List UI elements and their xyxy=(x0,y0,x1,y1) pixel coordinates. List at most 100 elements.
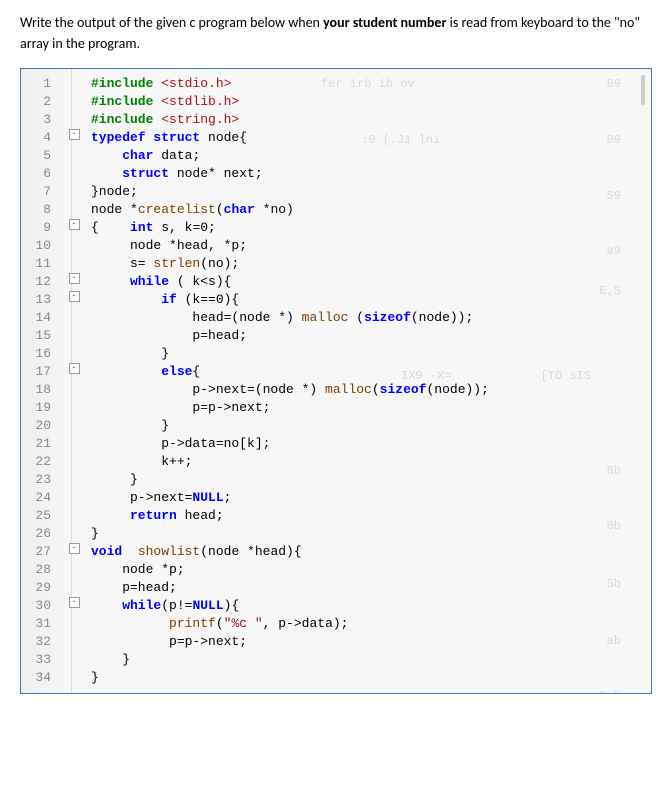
line-number: 31 xyxy=(21,615,61,633)
fold-gutter[interactable]: - xyxy=(61,363,87,374)
line-number: 29 xyxy=(21,579,61,597)
code-line: 23 } xyxy=(21,471,651,489)
code-token xyxy=(91,148,122,163)
code-content: node *head, *p; xyxy=(87,237,651,255)
code-content: p=head; xyxy=(87,579,651,597)
fold-toggle-icon[interactable]: - xyxy=(69,291,80,302)
code-token: k++; xyxy=(91,454,192,469)
code-content: typedef struct node{ xyxy=(87,129,651,147)
code-token: p=head; xyxy=(91,580,177,595)
code-token: malloc xyxy=(302,310,349,325)
code-line: 2#include <stdlib.h> xyxy=(21,93,651,111)
code-token: p->data=no[k]; xyxy=(91,436,270,451)
code-content: struct node* next; xyxy=(87,165,651,183)
fold-toggle-icon[interactable]: - xyxy=(69,273,80,284)
code-token: } xyxy=(91,652,130,667)
code-content: p->data=no[k]; xyxy=(87,435,651,453)
code-token: p->next= xyxy=(91,490,192,505)
code-token: *no) xyxy=(263,202,294,217)
code-line: 11 s= strlen(no); xyxy=(21,255,651,273)
code-token: node *head, *p; xyxy=(91,238,247,253)
code-line: 26} xyxy=(21,525,651,543)
line-number: 14 xyxy=(21,309,61,327)
code-content: #include <string.h> xyxy=(87,111,651,129)
line-number: 11 xyxy=(21,255,61,273)
code-content: #include <stdio.h> xyxy=(87,75,651,93)
code-content: char data; xyxy=(87,147,651,165)
code-token: p->next=(node *) xyxy=(91,382,325,397)
line-number: 25 xyxy=(21,507,61,525)
code-line: 17- else{ xyxy=(21,363,651,381)
fold-toggle-icon[interactable]: - xyxy=(69,543,80,554)
code-token: char xyxy=(122,148,161,163)
line-number: 3 xyxy=(21,111,61,129)
code-token: , p->data); xyxy=(263,616,349,631)
code-token: s= xyxy=(91,256,153,271)
code-content: } xyxy=(87,471,651,489)
line-number: 18 xyxy=(21,381,61,399)
code-content: { int s, k=0; xyxy=(87,219,651,237)
fold-toggle-icon[interactable]: - xyxy=(69,597,80,608)
code-content: p->next=(node *) malloc(sizeof(node)); xyxy=(87,381,651,399)
code-line: 34} xyxy=(21,669,651,687)
fold-toggle-icon[interactable]: - xyxy=(69,129,80,140)
code-content: k++; xyxy=(87,453,651,471)
fold-gutter[interactable]: - xyxy=(61,291,87,302)
line-number: 17 xyxy=(21,363,61,381)
code-line: 15 p=head; xyxy=(21,327,651,345)
code-token: p=p->next; xyxy=(91,400,270,415)
code-token: sizeof xyxy=(380,382,427,397)
code-token: { xyxy=(91,220,99,235)
code-token: ( k<s){ xyxy=(177,274,232,289)
fold-gutter[interactable]: - xyxy=(61,273,87,284)
code-content: void showlist(node *head){ xyxy=(87,543,651,561)
line-number: 28 xyxy=(21,561,61,579)
fold-gutter[interactable]: - xyxy=(61,129,87,140)
line-number: 16 xyxy=(21,345,61,363)
code-token: ){ xyxy=(224,598,240,613)
code-line: 19 p=p->next; xyxy=(21,399,651,417)
fold-gutter[interactable]: - xyxy=(61,597,87,608)
code-token: createlist xyxy=(138,202,216,217)
code-token: while xyxy=(91,598,161,613)
instruction-bold: your student number xyxy=(323,14,446,31)
code-line: 20 } xyxy=(21,417,651,435)
code-token: "%c " xyxy=(224,616,263,631)
fold-toggle-icon[interactable]: - xyxy=(69,219,80,230)
fold-toggle-icon[interactable]: - xyxy=(69,363,80,374)
fold-gutter[interactable]: - xyxy=(61,219,87,230)
code-token: node* next; xyxy=(177,166,263,181)
code-line: 1#include <stdio.h> xyxy=(21,75,651,93)
code-line: 14 head=(node *) malloc (sizeof(node)); xyxy=(21,309,651,327)
code-token: char xyxy=(224,202,263,217)
line-number: 34 xyxy=(21,669,61,687)
code-line: 22 k++; xyxy=(21,453,651,471)
code-content: } xyxy=(87,417,651,435)
code-token: { xyxy=(192,364,200,379)
line-number: 4 xyxy=(21,129,61,147)
line-number: 5 xyxy=(21,147,61,165)
code-token: if xyxy=(91,292,185,307)
code-line: 7}node; xyxy=(21,183,651,201)
code-line: 28 node *p; xyxy=(21,561,651,579)
line-number: 32 xyxy=(21,633,61,651)
code-token: head=(node *) xyxy=(91,310,302,325)
code-content: head=(node *) malloc (sizeof(node)); xyxy=(87,309,651,327)
fold-gutter[interactable]: - xyxy=(61,543,87,554)
code-token: p=p->next; xyxy=(91,634,247,649)
code-content: p=p->next; xyxy=(87,399,651,417)
code-token: } xyxy=(91,418,169,433)
code-line: 8node *createlist(char *no) xyxy=(21,201,651,219)
code-token: strlen xyxy=(153,256,200,271)
code-token: #include xyxy=(91,76,161,91)
code-token: (node)); xyxy=(426,382,488,397)
code-token: #include xyxy=(91,94,161,109)
line-number: 23 xyxy=(21,471,61,489)
code-line: 29 p=head; xyxy=(21,579,651,597)
code-token: sizeof xyxy=(364,310,411,325)
code-token: node *p; xyxy=(91,562,185,577)
code-token: <stdio.h> xyxy=(161,76,231,91)
code-token: ; xyxy=(224,490,232,505)
code-token: (no); xyxy=(200,256,239,271)
code-line: 25 return head; xyxy=(21,507,651,525)
